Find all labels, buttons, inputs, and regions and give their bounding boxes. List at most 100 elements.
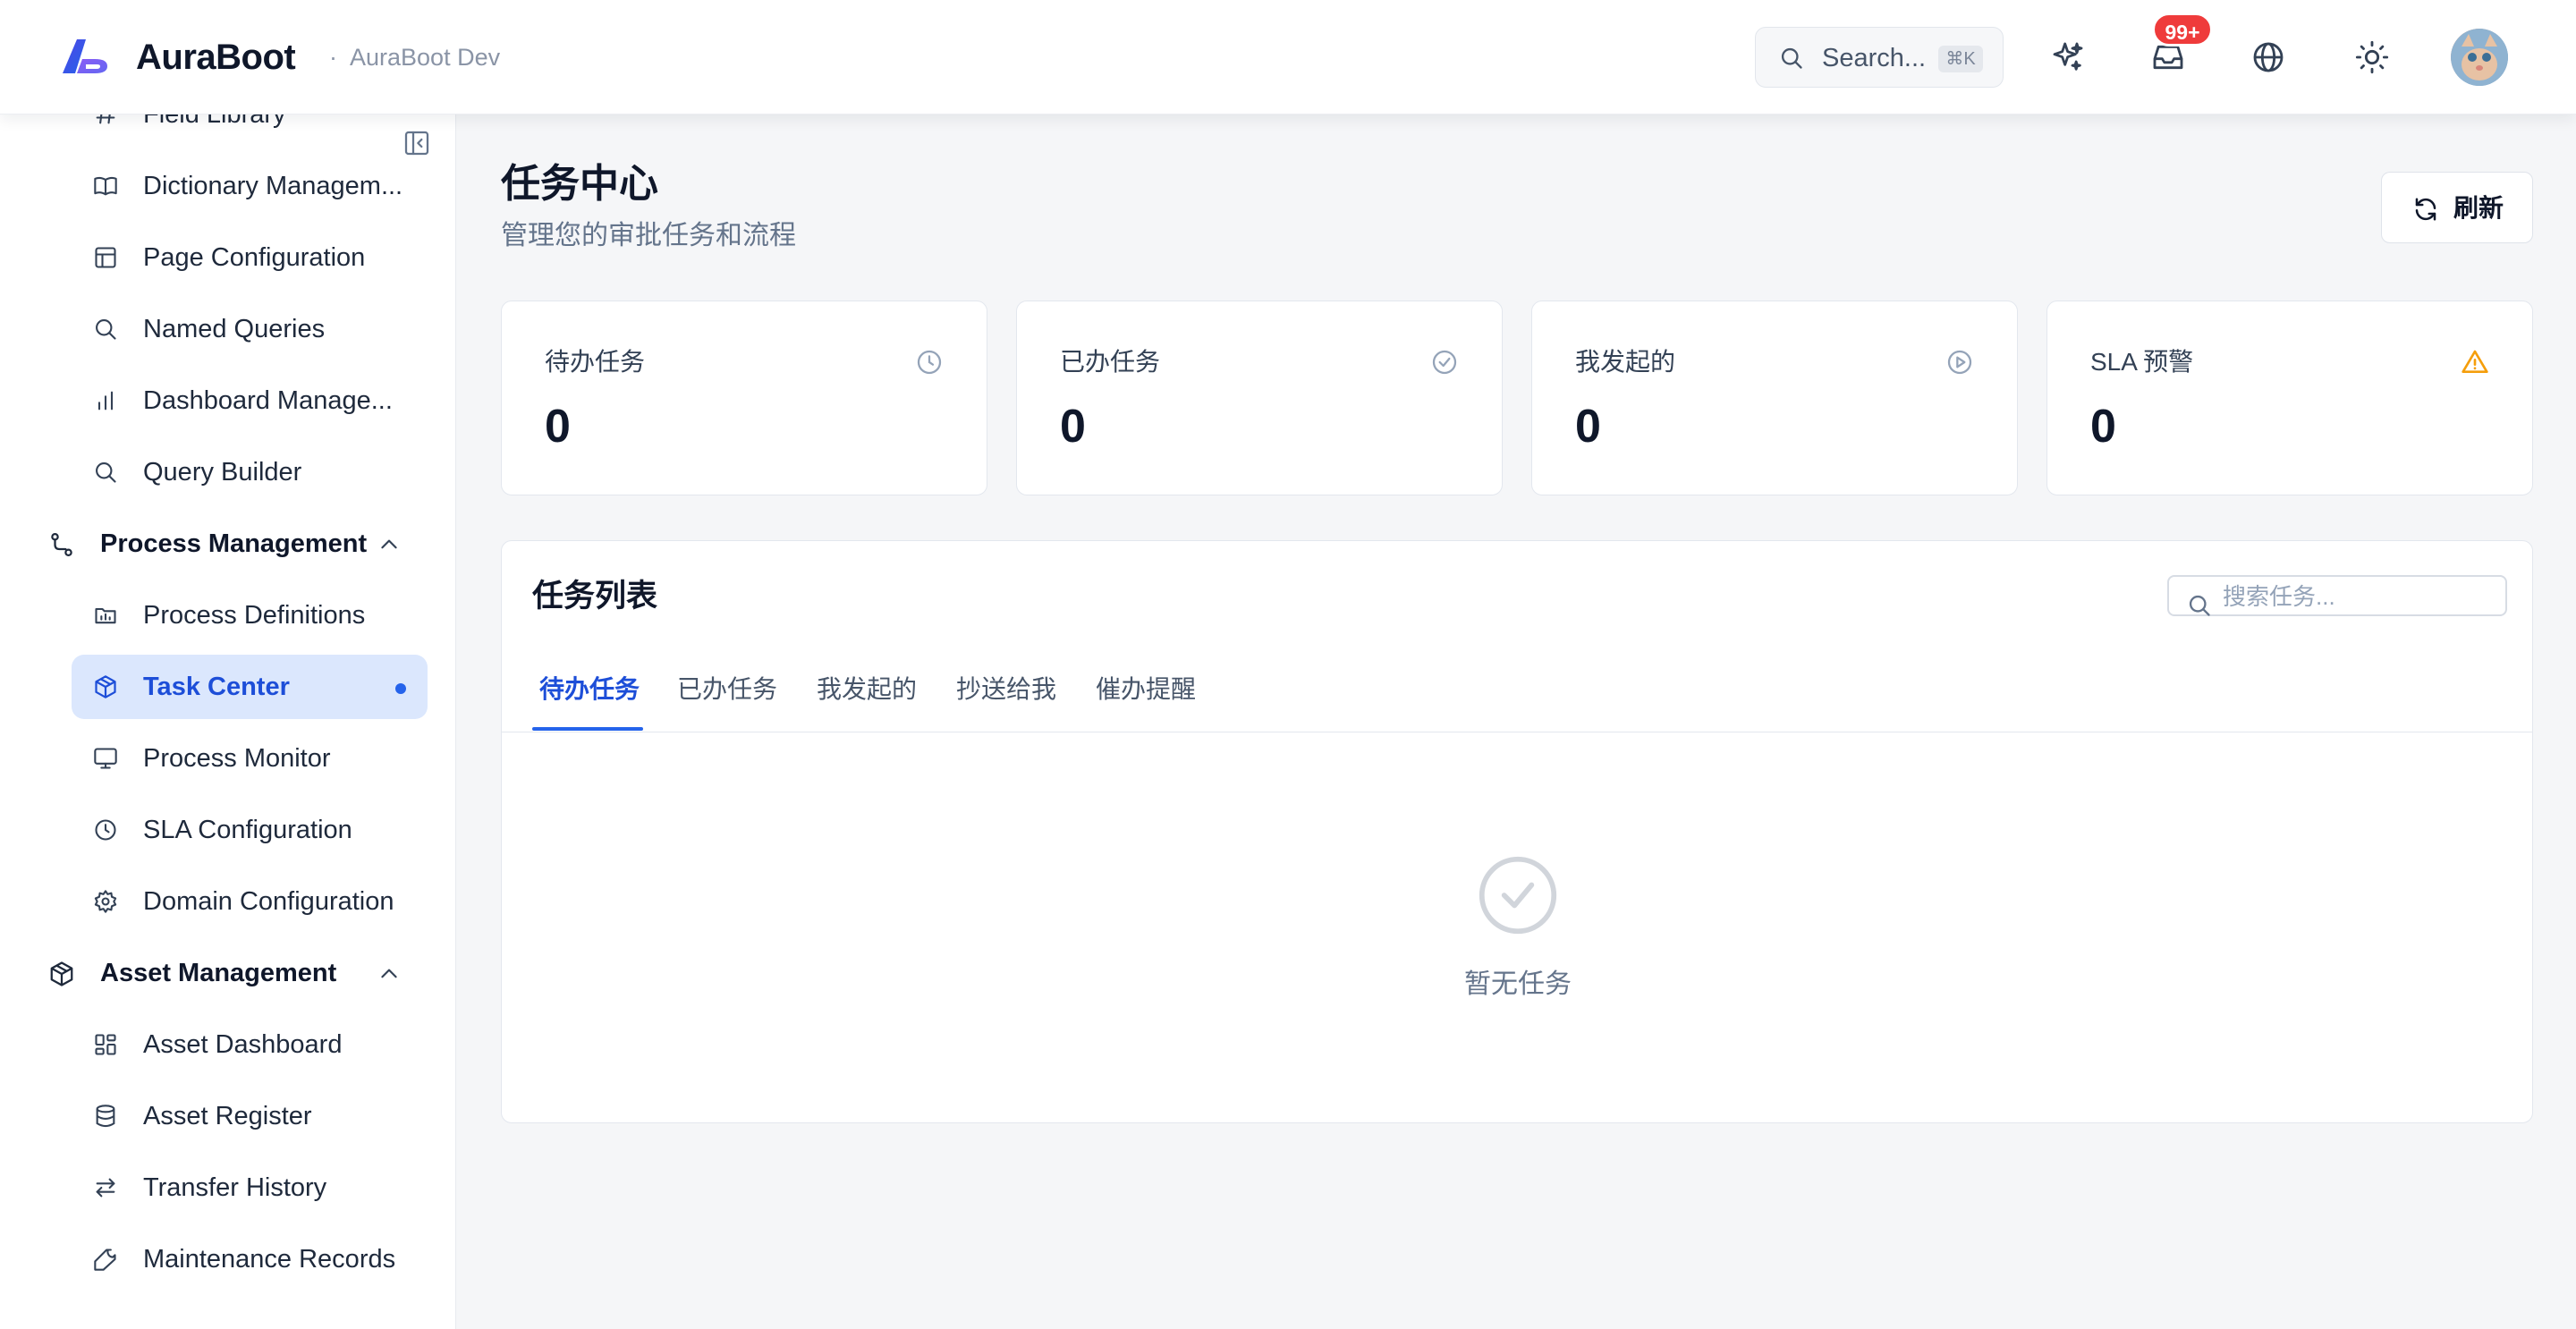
search-icon [96,462,116,483]
task-list-title: 任务列表 [532,579,658,614]
search-placeholder: Search... [1822,44,1927,72]
sidebar-item-label: Field Library [143,114,286,129]
stat-value: 0 [1575,401,1601,453]
stat-value: 0 [545,401,571,453]
sidebar-item-process-monitor[interactable]: Process Monitor [72,726,428,791]
sidebar-item-label: Query Builder [143,458,302,487]
sidebar-item-asset-dashboard[interactable]: Asset Dashboard [72,1012,428,1077]
sidebar-group-asset-management[interactable]: Asset Management [29,941,428,1005]
book-icon [94,176,117,196]
hash-icon [96,114,115,124]
workflow-icon [51,533,72,556]
box-icon [95,675,116,698]
tab-cc-me[interactable]: 抄送给我 [956,673,1056,706]
clock-icon [95,819,116,841]
task-tabs: 待办任务 已办任务 我发起的 抄送给我 催办提醒 [502,650,2532,732]
sidebar-item-label: Domain Configuration [143,887,394,916]
sidebar-group-label: Asset Management [100,959,337,987]
warning-icon [2462,350,2488,373]
top-header: AuraBoot · AuraBoot Dev Search... ⌘K 99+ [0,0,2576,114]
clock-icon [917,350,942,375]
sidebar-item-label: Process Definitions [143,601,366,630]
sidebar-item-sla-configuration[interactable]: SLA Configuration [72,798,428,862]
environment-label: · AuraBoot Dev [329,41,500,73]
package-icon [50,961,73,986]
layout-icon [95,247,116,268]
global-search-button[interactable]: Search... ⌘K [1755,27,2004,88]
sidebar-item-page-configuration[interactable]: Page Configuration [72,225,428,290]
page-title: 任务中心 [501,162,658,206]
active-indicator-dot [395,683,406,694]
sidebar: Field Library Dictionary Managem... Page… [0,114,456,1329]
sidebar-item-domain-configuration[interactable]: Domain Configuration [72,869,428,934]
sidebar-item-query-builder[interactable]: Query Builder [72,440,428,504]
tab-completed[interactable]: 已办任务 [677,673,777,706]
stat-card-pending[interactable]: 待办任务 0 [501,301,987,495]
stat-card-sla-warning[interactable]: SLA 预警 0 [2046,301,2533,495]
empty-check-circle-icon [1479,856,1557,935]
sidebar-item-field-library[interactable]: Field Library [72,114,428,147]
sidebar-group-process-management[interactable]: Process Management [29,512,428,576]
stat-card-completed[interactable]: 已办任务 0 [1016,301,1503,495]
sidebar-item-label: Dashboard Manage... [143,386,393,415]
sidebar-item-maintenance-records[interactable]: Maintenance Records [72,1227,428,1291]
search-icon [96,319,116,340]
env-separator: · [329,44,337,71]
stat-label: 我发起的 [1575,348,1676,376]
sidebar-item-label: Maintenance Records [143,1245,396,1274]
sidebar-item-label: Asset Register [143,1102,312,1130]
sidebar-item-dictionary-management[interactable]: Dictionary Managem... [72,154,428,218]
sidebar-item-label: Asset Dashboard [143,1030,343,1059]
page-subtitle: 管理您的审批任务和流程 [501,221,796,250]
stat-label: SLA 预警 [2090,348,2194,376]
task-search-box[interactable] [2167,575,2507,616]
auraboot-logo-icon[interactable] [59,36,111,77]
folder-chart-icon [95,607,116,624]
task-list-panel: 任务列表 待办任务 已办任务 我发起的 抄送给我 催办提醒 暂无任务 [501,540,2533,1123]
refresh-icon [2415,198,2436,221]
active-tab-underline [532,727,643,731]
refresh-button[interactable]: 刷新 [2381,172,2533,243]
sidebar-item-label: Transfer History [143,1173,327,1202]
sidebar-item-dashboard-management[interactable]: Dashboard Manage... [72,368,428,433]
sidebar-item-label: Process Monitor [143,744,331,773]
chevron-up-icon[interactable] [377,533,401,556]
tab-pending[interactable]: 待办任务 [539,673,640,706]
stat-card-initiated[interactable]: 我发起的 0 [1531,301,2018,495]
search-shortcut: ⌘K [1938,46,1983,72]
refresh-label: 刷新 [2453,194,2504,222]
gear-icon [94,890,117,913]
sidebar-group-label: Process Management [100,529,368,558]
search-icon [1781,47,1802,69]
chevron-up-icon[interactable] [377,962,401,986]
check-circle-icon [1432,350,1457,375]
sidebar-item-label: SLA Configuration [143,816,352,844]
task-search-input[interactable] [2223,582,2491,611]
sidebar-item-label: Dictionary Managem... [143,172,403,200]
bar-chart-icon [97,391,114,411]
stat-value: 0 [2090,401,2116,453]
database-icon [96,1105,115,1128]
tab-reminders[interactable]: 催办提醒 [1096,673,1196,706]
tab-initiated[interactable]: 我发起的 [817,673,917,706]
monitor-icon [94,748,117,769]
globe-icon[interactable] [2250,39,2286,75]
ai-sparkle-icon[interactable] [2050,39,2086,75]
sidebar-item-label: Task Center [143,673,290,701]
sun-icon[interactable] [2354,39,2390,75]
arrows-icon [96,1178,115,1198]
sidebar-item-label: Named Queries [143,315,326,343]
sidebar-item-asset-register[interactable]: Asset Register [72,1084,428,1148]
wrench-icon [94,1249,116,1271]
search-icon [2189,595,2210,616]
sidebar-item-task-center[interactable]: Task Center [72,655,428,719]
stat-value: 0 [1060,401,1086,453]
stat-label: 待办任务 [545,348,646,376]
stat-label: 已办任务 [1060,348,1161,376]
brand-name[interactable]: AuraBoot [136,34,296,80]
empty-state-text: 暂无任务 [1464,969,1572,999]
sidebar-item-transfer-history[interactable]: Transfer History [72,1155,428,1220]
sidebar-item-named-queries[interactable]: Named Queries [72,297,428,361]
sidebar-item-process-definitions[interactable]: Process Definitions [72,583,428,648]
user-avatar[interactable] [2451,29,2508,86]
